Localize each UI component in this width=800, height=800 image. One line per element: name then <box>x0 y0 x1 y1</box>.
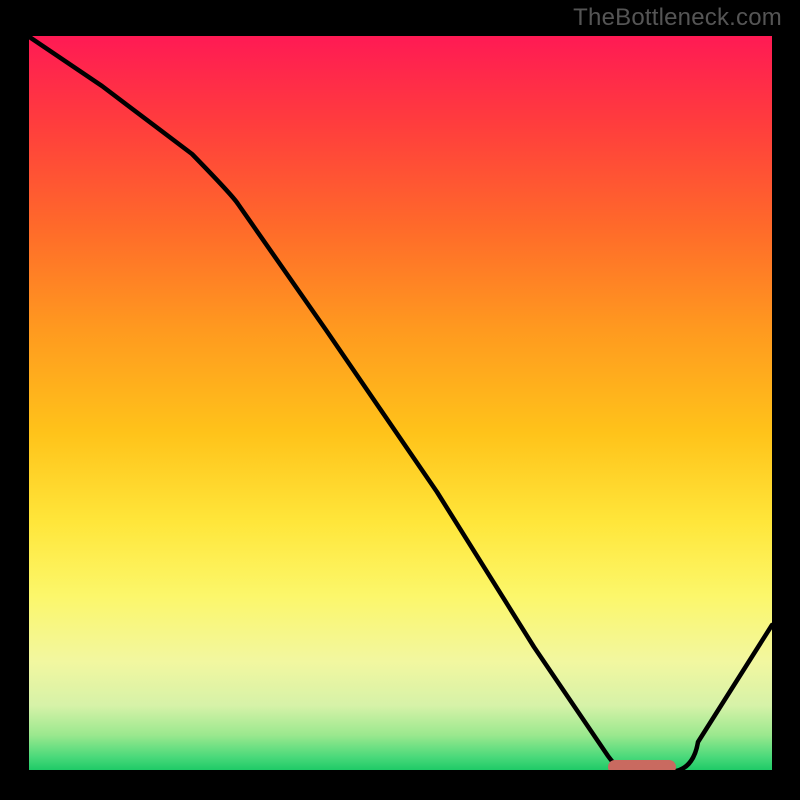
chart-container: TheBottleneck.com <box>0 0 800 800</box>
curve-svg <box>28 36 772 772</box>
watermark-text: TheBottleneck.com <box>573 4 782 32</box>
bottleneck-curve-path <box>28 36 772 772</box>
plot-area <box>28 36 772 772</box>
y-axis-line <box>24 36 29 776</box>
x-axis-line <box>28 770 772 775</box>
